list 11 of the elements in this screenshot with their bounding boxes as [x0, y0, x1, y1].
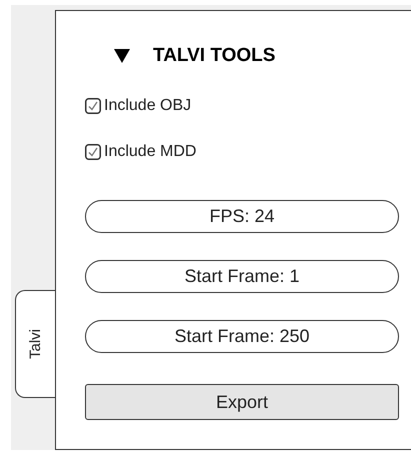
checkbox[interactable] [85, 98, 101, 114]
checkbox-label: Include OBJ [104, 97, 192, 115]
number-field[interactable]: FPS: 24 [85, 200, 399, 233]
number-field[interactable]: Start Frame: 250 [85, 320, 399, 353]
collapse-triangle-icon[interactable] [114, 49, 130, 63]
checkbox-label: Include MDD [104, 143, 196, 161]
export-button[interactable]: Export [85, 384, 399, 420]
number-field[interactable]: Start Frame: 1 [85, 260, 399, 293]
sidebar-tab[interactable]: Talvi [15, 290, 55, 398]
checkbox[interactable] [85, 144, 101, 160]
panel-title: TALVI TOOLS [153, 45, 276, 67]
